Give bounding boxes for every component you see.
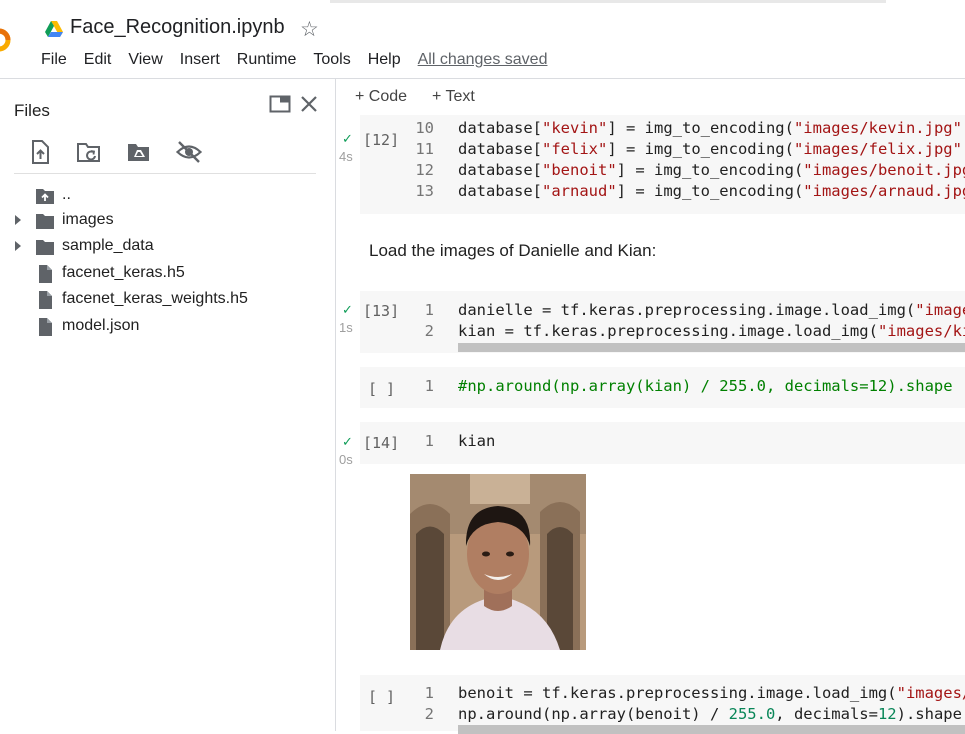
browser-scroll-strip [330, 0, 886, 3]
code-token: "images/kevin.jpg" [793, 119, 962, 137]
code-token: , decimals= [775, 705, 878, 723]
caret-right-icon[interactable] [12, 239, 24, 253]
mount-drive-icon[interactable] [126, 139, 152, 165]
code-token: "images/benoit.jpg" [803, 161, 965, 179]
code-token: "felix" [542, 140, 608, 158]
code-line[interactable]: 13 database["arnaud"] = img_to_encoding("… [410, 182, 965, 203]
notebook-code-area: 10 database["kevin"] = img_to_encoding("i… [336, 115, 965, 731]
menu-view[interactable]: View [128, 51, 162, 71]
code-line[interactable]: 1 kian [410, 432, 496, 453]
open-in-window-icon[interactable] [269, 95, 291, 113]
files-pane: Files .. images sample_data facenet_kera… [0, 79, 336, 731]
code-token: "images/benoit.jpg" [896, 684, 965, 702]
code-line[interactable]: 12 database["benoit"] = img_to_encoding("… [410, 161, 965, 182]
caret-right-icon[interactable] [12, 213, 24, 227]
add-text-button[interactable]: + Text [432, 88, 475, 106]
line-number: 1 [424, 301, 434, 319]
tree-item-label: facenet_keras_weights.h5 [62, 290, 248, 307]
code-token: database[ [458, 140, 542, 158]
code-token: kian [458, 432, 496, 450]
line-number: 2 [424, 705, 434, 723]
file-icon [39, 265, 52, 283]
code-token: database[ [458, 161, 542, 179]
code-token: 12 [877, 705, 897, 723]
code-token: "arnaud" [542, 182, 617, 200]
code-token: ] = img_to_encoding( [607, 119, 794, 137]
colab-logo-icon[interactable] [0, 27, 12, 53]
code-token: "benoit" [542, 161, 617, 179]
line-number: 1 [424, 432, 434, 450]
code-line[interactable]: 11 database["felix"] = img_to_encoding("i… [410, 140, 965, 161]
folder-icon [36, 240, 54, 255]
folder-icon [36, 214, 54, 229]
notebook-title[interactable]: Face_Recognition.ipynb [70, 16, 285, 39]
code-token: database[ [458, 182, 542, 200]
menu-file[interactable]: File [41, 51, 67, 71]
tree-item-facenet-keras-weights[interactable]: facenet_keras_weights.h5 [0, 287, 335, 313]
code-token: ).shape [896, 705, 962, 723]
code-token: #np.around(np.array(kian) / 255.0, decim… [458, 377, 953, 395]
line-number: 1 [424, 377, 434, 395]
file-icon [39, 318, 52, 336]
code-line[interactable]: 10 database["kevin"] = img_to_encoding("i… [410, 119, 965, 140]
menu-insert[interactable]: Insert [180, 51, 220, 71]
tree-item-images[interactable]: images [0, 208, 335, 234]
tree-item-label: .. [62, 186, 71, 203]
line-number: 10 [415, 119, 434, 137]
code-token: ] = img_to_encoding( [607, 140, 794, 158]
code-line[interactable]: 2 np.around(np.array(benoit) / 255.0, dec… [410, 705, 962, 726]
tree-item-sample-data[interactable]: sample_data [0, 234, 335, 260]
code-token: ] = img_to_encoding( [616, 182, 804, 200]
folder-up-icon [36, 189, 54, 204]
line-number: 13 [415, 182, 434, 200]
code-line[interactable]: 1 danielle = tf.keras.preprocessing.image… [410, 301, 965, 322]
tree-item-label: model.json [62, 317, 140, 334]
code-line[interactable]: 1 benoit = tf.keras.preprocessing.image.l… [410, 684, 965, 705]
line-number: 12 [415, 161, 434, 179]
tree-item-label: facenet_keras.h5 [62, 264, 185, 281]
menu-help[interactable]: Help [368, 51, 401, 71]
tree-item-parent[interactable]: .. [0, 183, 335, 209]
code-token: "images/felix.jpg" [793, 140, 962, 158]
tree-item-model-json[interactable]: model.json [0, 314, 335, 340]
menu-bar: File Edit View Insert Runtime Tools Help… [41, 51, 564, 71]
hide-files-icon[interactable] [176, 139, 202, 165]
close-icon[interactable] [299, 94, 319, 114]
line-number: 11 [415, 140, 434, 158]
code-token: "images/danielle.png" [915, 301, 965, 319]
code-token: ] = img_to_encoding( [616, 161, 804, 179]
tree-item-label: sample_data [62, 237, 154, 254]
code-token: np.around(np.array(benoit) / [458, 705, 729, 723]
code-token: "images/kian.jpg" [877, 322, 965, 340]
menu-tools[interactable]: Tools [313, 51, 350, 71]
tree-item-label: images [62, 211, 114, 228]
code-token: database[ [458, 119, 542, 137]
menu-runtime[interactable]: Runtime [237, 51, 297, 71]
code-token: kian = tf.keras.preprocessing.image.load… [458, 322, 878, 340]
code-token: 255.0 [728, 705, 776, 723]
add-code-button[interactable]: + Code [355, 88, 407, 106]
tree-item-facenet-keras[interactable]: facenet_keras.h5 [0, 261, 335, 287]
code-line[interactable]: 1 #np.around(np.array(kian) / 255.0, deci… [410, 377, 953, 398]
code-token: danielle = tf.keras.preprocessing.image.… [458, 301, 916, 319]
file-icon [39, 291, 52, 309]
notebook-toolbar: + Code + Text [336, 79, 965, 115]
menu-edit[interactable]: Edit [84, 51, 112, 71]
line-number: 2 [424, 322, 434, 340]
upload-file-icon[interactable] [27, 139, 53, 165]
code-line[interactable]: 2 kian = tf.keras.preprocessing.image.loa… [410, 322, 965, 343]
google-drive-icon[interactable] [44, 20, 64, 38]
code-token: "images/arnaud.jpg" [803, 182, 965, 200]
code-token: "kevin" [542, 119, 608, 137]
save-status-link[interactable]: All changes saved [418, 51, 548, 71]
refresh-folder-icon[interactable] [76, 139, 102, 165]
line-number: 1 [424, 684, 434, 702]
files-divider [14, 173, 316, 174]
star-icon[interactable]: ☆ [300, 17, 319, 42]
code-token: benoit = tf.keras.preprocessing.image.lo… [458, 684, 897, 702]
files-pane-title: Files [14, 101, 50, 120]
